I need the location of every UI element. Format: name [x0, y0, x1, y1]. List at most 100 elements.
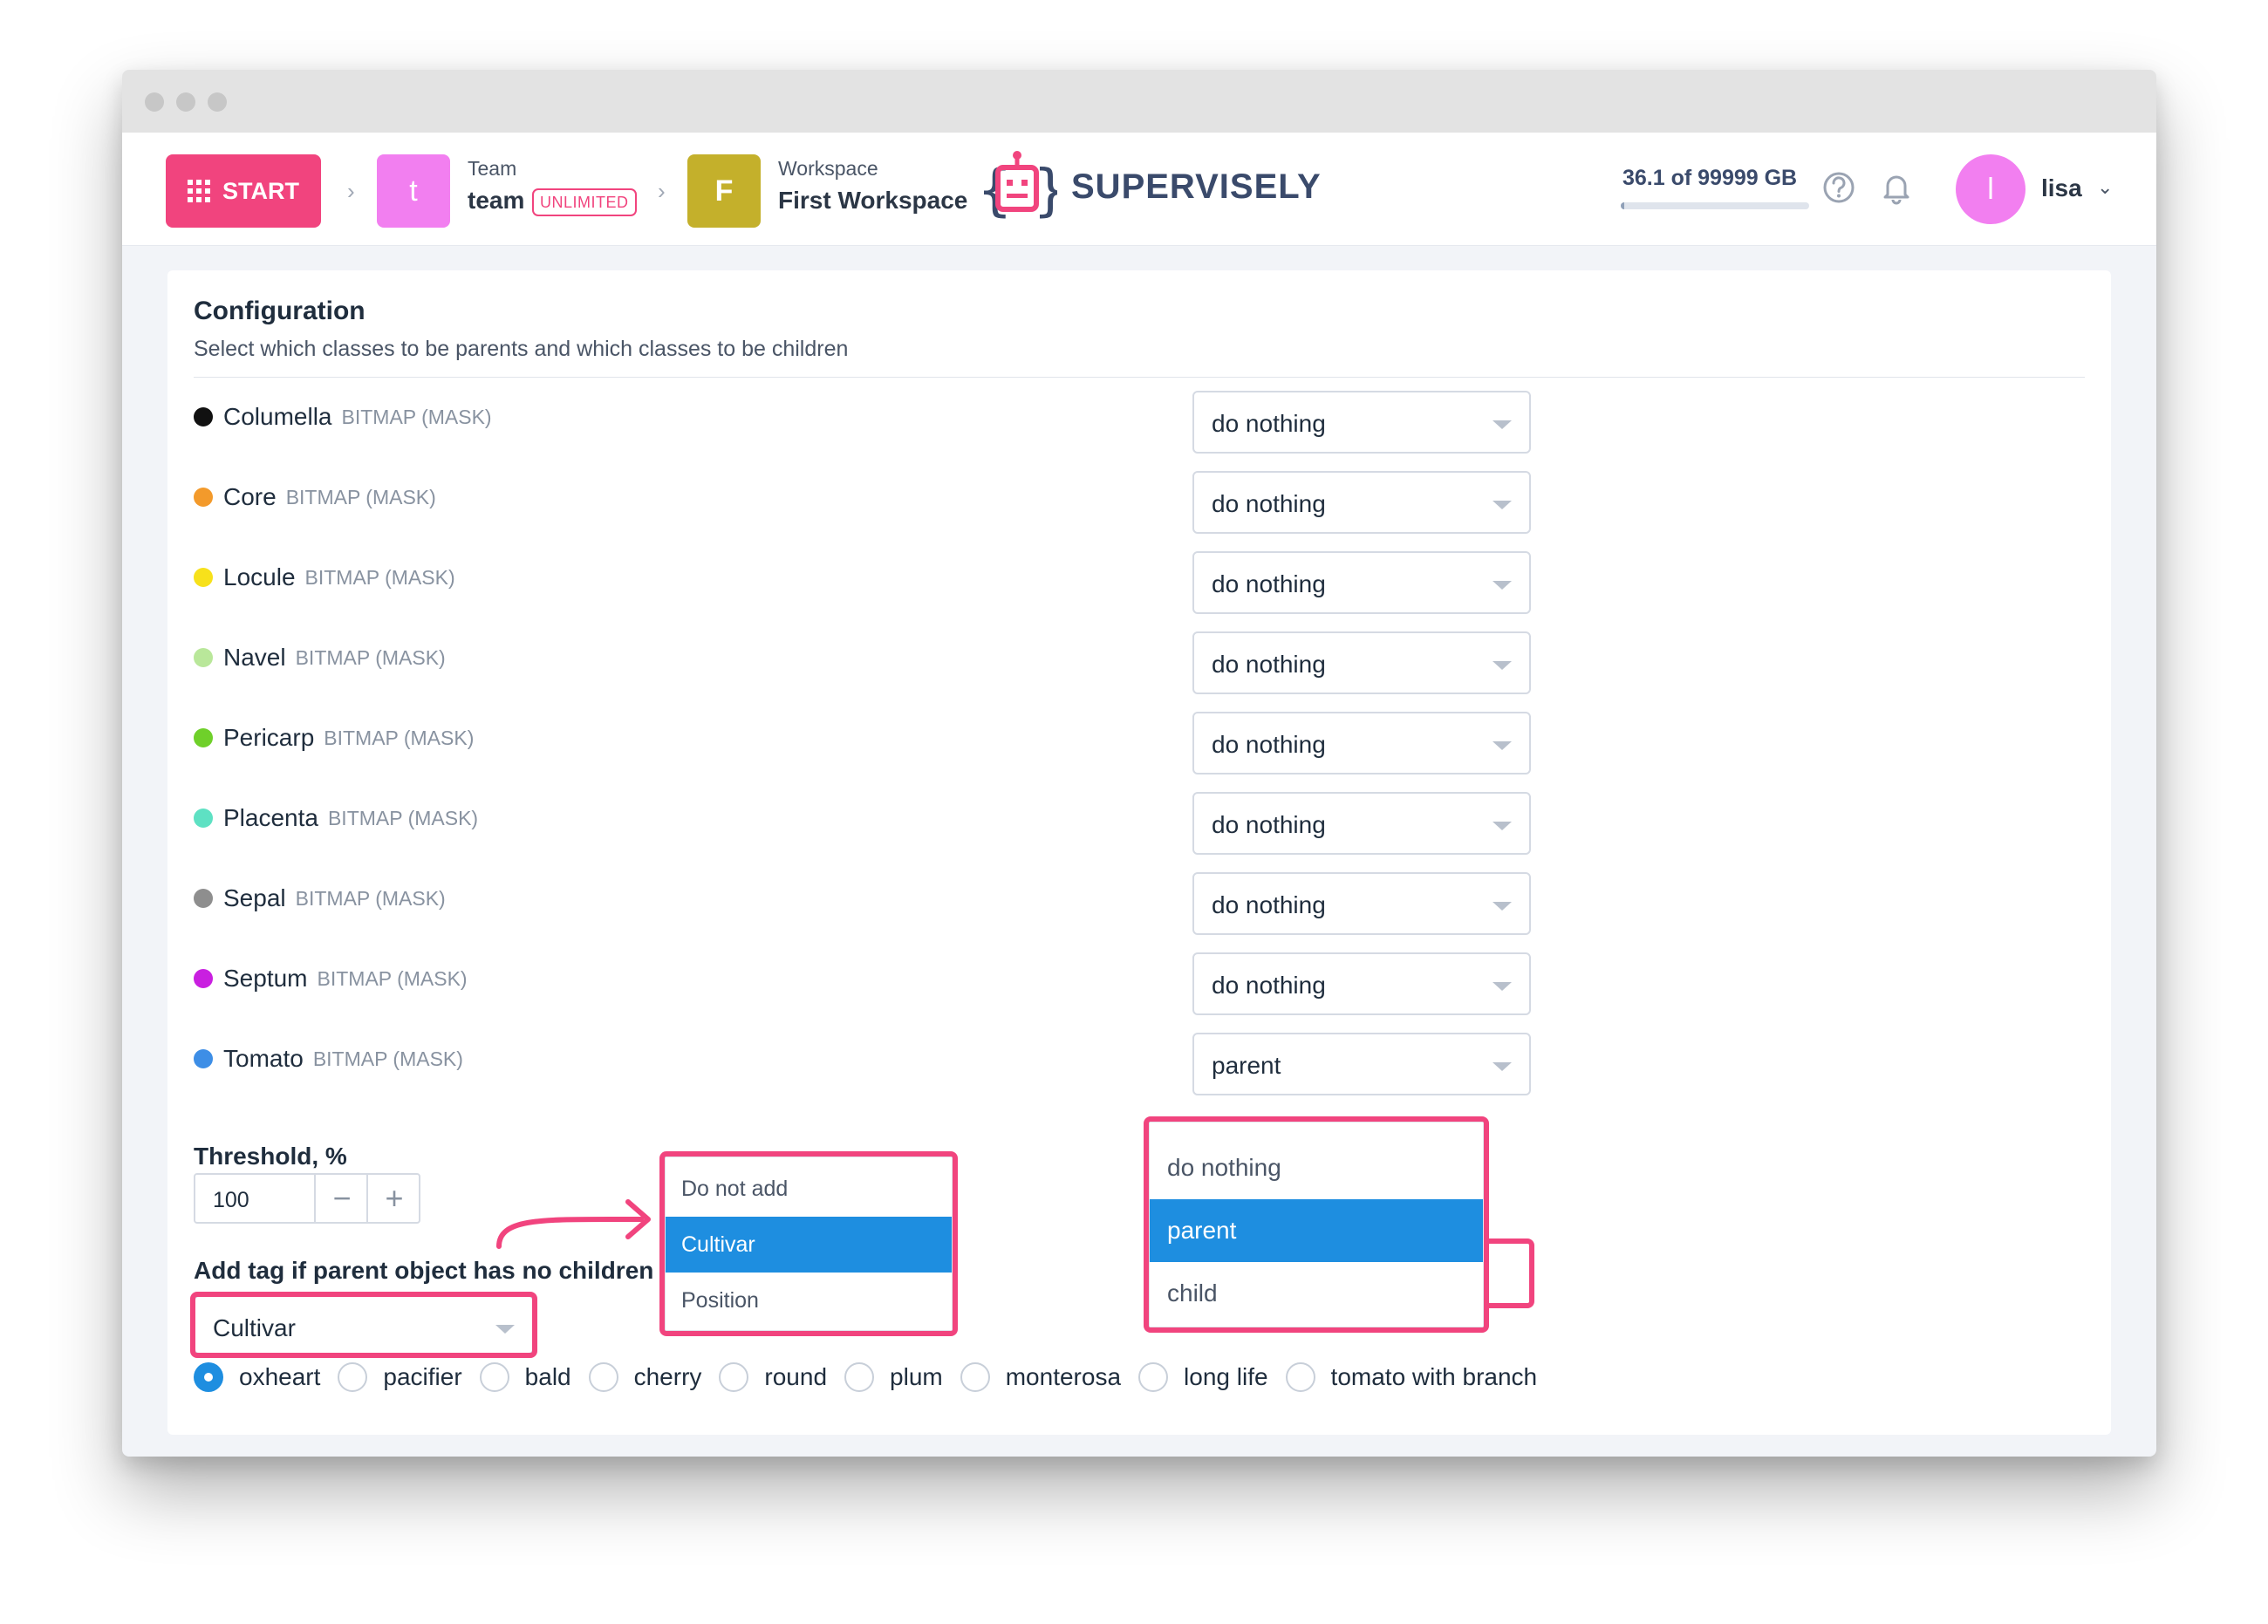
chevron-right-icon: › — [347, 178, 355, 204]
class-role-select[interactable]: do nothing — [1192, 391, 1531, 454]
start-button[interactable]: START — [166, 154, 321, 228]
bell-icon[interactable] — [1879, 170, 1914, 205]
caret-down-icon — [1493, 741, 1512, 750]
radio-label: monterosa — [1005, 1363, 1122, 1390]
team-plan-badge: UNLIMITED — [532, 188, 637, 216]
workspace-badge[interactable]: F — [687, 154, 761, 228]
help-icon[interactable] — [1821, 170, 1856, 205]
class-color-dot — [194, 568, 213, 587]
radio-label: round — [764, 1363, 828, 1390]
class-color-dot — [194, 809, 213, 828]
highlight-frame — [1144, 1116, 1489, 1333]
threshold-value[interactable]: 100 — [213, 1188, 249, 1213]
radio-circle[interactable] — [844, 1362, 875, 1392]
class-type: BITMAP (MASK) — [295, 645, 446, 669]
caret-down-icon — [1493, 581, 1512, 590]
page-title: Configuration — [194, 297, 365, 325]
class-color-dot — [194, 1049, 213, 1068]
caret-down-icon — [1493, 661, 1512, 670]
cultivar-radio-group: oxheart pacifier bald cherry round plum monter… — [194, 1362, 1554, 1392]
cultivar-radio[interactable]: cherry — [588, 1362, 701, 1392]
grid-icon — [188, 180, 210, 202]
cultivar-radio[interactable]: plum — [844, 1362, 943, 1392]
class-role-value: parent — [1212, 1052, 1281, 1079]
radio-circle[interactable] — [194, 1362, 223, 1392]
radio-label: bald — [524, 1363, 571, 1390]
class-name: Core — [223, 483, 277, 510]
start-label: START — [222, 177, 299, 204]
radio-circle[interactable] — [588, 1362, 618, 1392]
class-role-select[interactable]: do nothing — [1192, 952, 1531, 1015]
radio-circle[interactable] — [960, 1362, 990, 1392]
page-subtitle: Select which classes to be parents and w… — [194, 337, 849, 361]
class-color-dot — [194, 488, 213, 507]
radio-label: tomato with branch — [1330, 1363, 1538, 1390]
cultivar-radio[interactable]: oxheart — [194, 1362, 320, 1392]
class-role-value: do nothing — [1212, 891, 1326, 918]
class-role-select[interactable]: do nothing — [1192, 712, 1531, 774]
threshold-label: Threshold, % — [194, 1143, 347, 1170]
user-name[interactable]: lisa — [2041, 174, 2082, 202]
caret-down-icon — [1493, 982, 1512, 991]
radio-circle[interactable] — [479, 1362, 509, 1392]
cultivar-radio[interactable]: pacifier — [338, 1362, 462, 1392]
class-color-dot — [194, 648, 213, 667]
workspace-name[interactable]: First Workspace — [778, 187, 967, 215]
radio-circle[interactable] — [338, 1362, 368, 1392]
class-role-select[interactable]: do nothing — [1192, 872, 1531, 935]
class-role-value: do nothing — [1212, 972, 1326, 999]
radio-label: long life — [1184, 1363, 1268, 1390]
class-role-value: do nothing — [1212, 651, 1326, 678]
class-row: Core BITMAP (MASK) — [194, 480, 436, 515]
class-color-dot — [194, 889, 213, 908]
chevron-down-icon[interactable]: ⌄ — [2097, 176, 2113, 199]
chevron-right-icon: › — [658, 178, 666, 204]
class-role-select[interactable]: do nothing — [1192, 551, 1531, 614]
class-role-select[interactable]: do nothing — [1192, 792, 1531, 855]
radio-label: plum — [890, 1363, 943, 1390]
cultivar-radio[interactable]: round — [719, 1362, 827, 1392]
window-minimize-dot[interactable] — [176, 92, 195, 112]
class-role-value: do nothing — [1212, 731, 1326, 758]
window-close-dot[interactable] — [145, 92, 164, 112]
workspace-caption: Workspace — [778, 157, 878, 180]
highlight-frame — [190, 1292, 537, 1358]
caret-down-icon — [1493, 902, 1512, 911]
radio-circle[interactable] — [719, 1362, 749, 1392]
storage-progress-fill — [1621, 202, 1625, 209]
threshold-stepper[interactable]: 100 − + — [194, 1173, 420, 1224]
add-tag-label: Add tag if parent object has no children — [194, 1257, 654, 1284]
radio-circle[interactable] — [1138, 1362, 1169, 1392]
cultivar-radio[interactable]: bald — [479, 1362, 571, 1392]
team-badge[interactable]: t — [377, 154, 450, 228]
class-type: BITMAP (MASK) — [295, 886, 446, 910]
cultivar-radio[interactable]: long life — [1138, 1362, 1268, 1392]
radio-circle[interactable] — [1285, 1362, 1315, 1392]
class-role-select[interactable]: parent — [1192, 1033, 1531, 1095]
caret-down-icon — [1493, 420, 1512, 429]
class-name: Placenta — [223, 804, 318, 831]
cultivar-radio[interactable]: monterosa — [960, 1362, 1121, 1392]
class-row: Septum BITMAP (MASK) — [194, 961, 468, 996]
minus-icon[interactable]: − — [314, 1175, 368, 1222]
window-maximize-dot[interactable] — [208, 92, 227, 112]
class-role-select[interactable]: do nothing — [1192, 471, 1531, 534]
class-role-value: do nothing — [1212, 490, 1326, 517]
avatar[interactable]: l — [1956, 154, 2025, 224]
plus-icon[interactable]: + — [366, 1175, 420, 1222]
class-row: Placenta BITMAP (MASK) — [194, 801, 478, 836]
class-name: Navel — [223, 644, 286, 671]
highlight-frame — [659, 1151, 958, 1336]
window-titlebar — [122, 70, 2156, 133]
team-caption: Team — [468, 157, 517, 180]
cultivar-radio[interactable]: tomato with branch — [1285, 1362, 1538, 1392]
top-header: START › t Team team UNLIMITED › F Worksp… — [122, 133, 2156, 246]
team-name[interactable]: team — [468, 187, 524, 215]
class-type: BITMAP (MASK) — [312, 1047, 463, 1070]
configuration-card: Configuration Select which classes to be… — [167, 270, 2111, 1435]
class-row: Navel BITMAP (MASK) — [194, 640, 446, 675]
robot-logo-icon[interactable]: { } — [977, 150, 1057, 230]
class-role-select[interactable]: do nothing — [1192, 631, 1531, 694]
radio-label: pacifier — [383, 1363, 462, 1390]
class-name: Tomato — [223, 1045, 304, 1072]
